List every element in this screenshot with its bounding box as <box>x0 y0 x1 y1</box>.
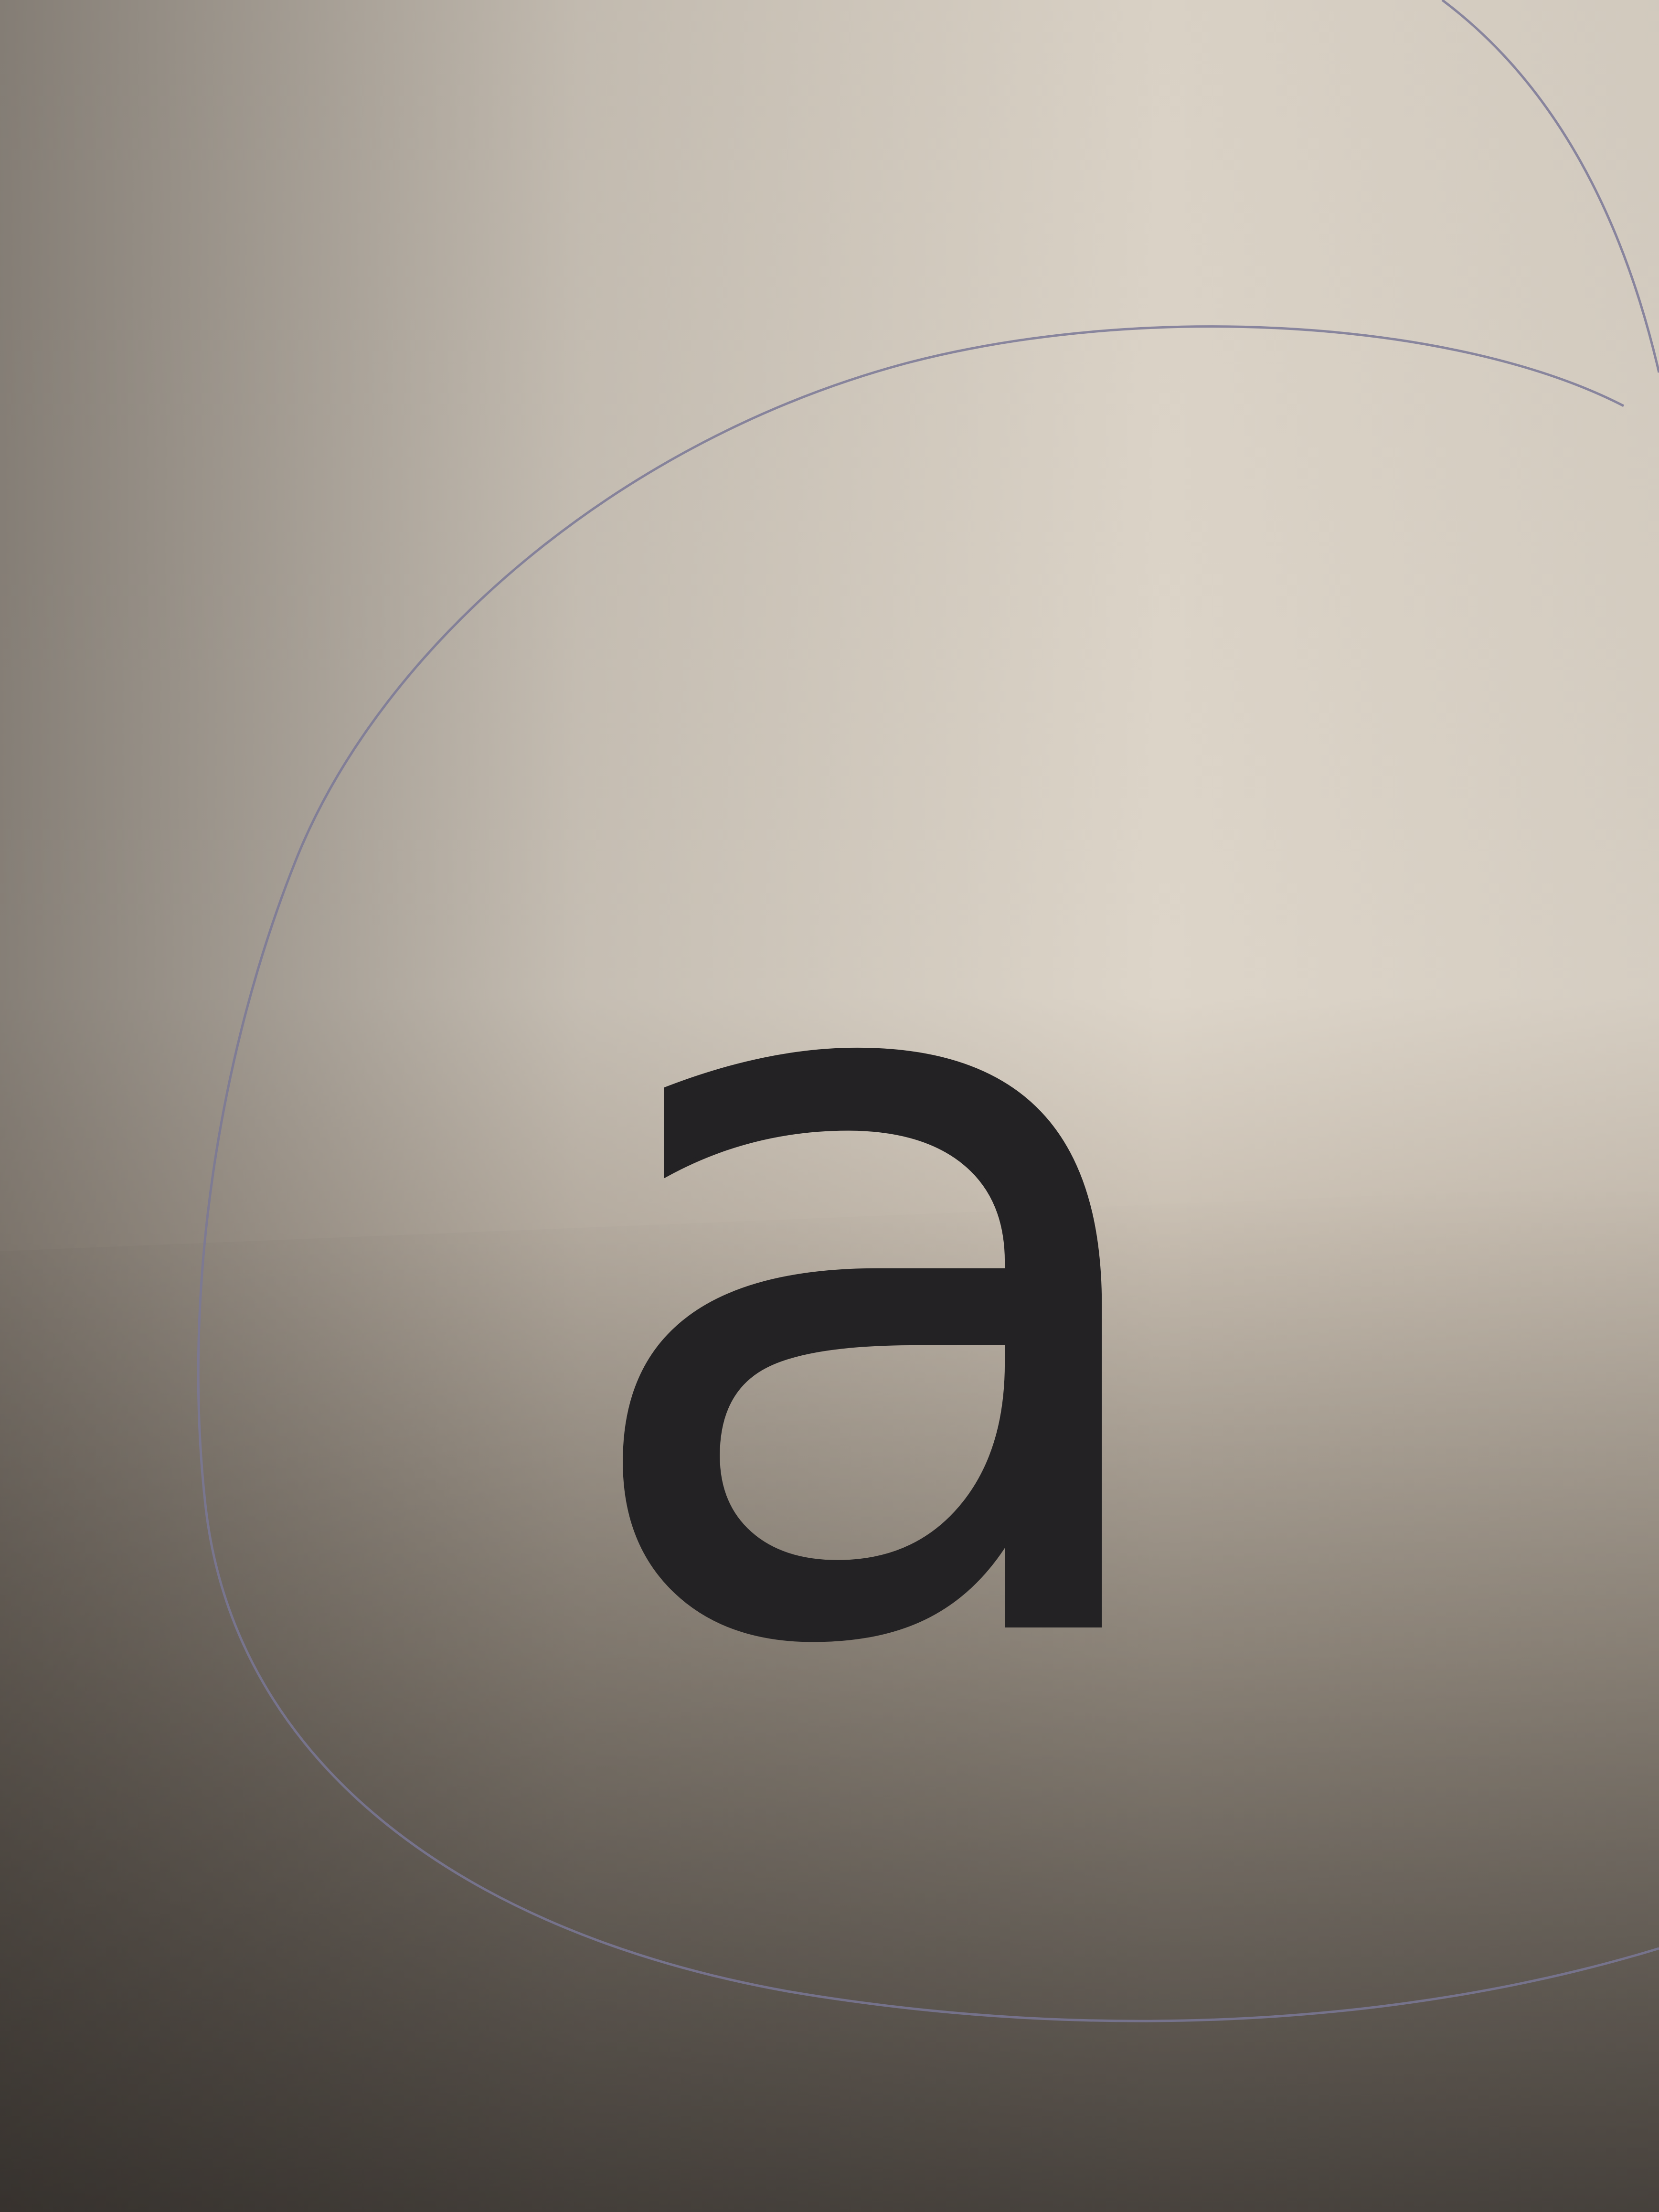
paper-background <box>0 0 1659 2212</box>
photo-scene: a <box>0 0 1659 2212</box>
cast-shadow <box>0 1184 1659 2212</box>
